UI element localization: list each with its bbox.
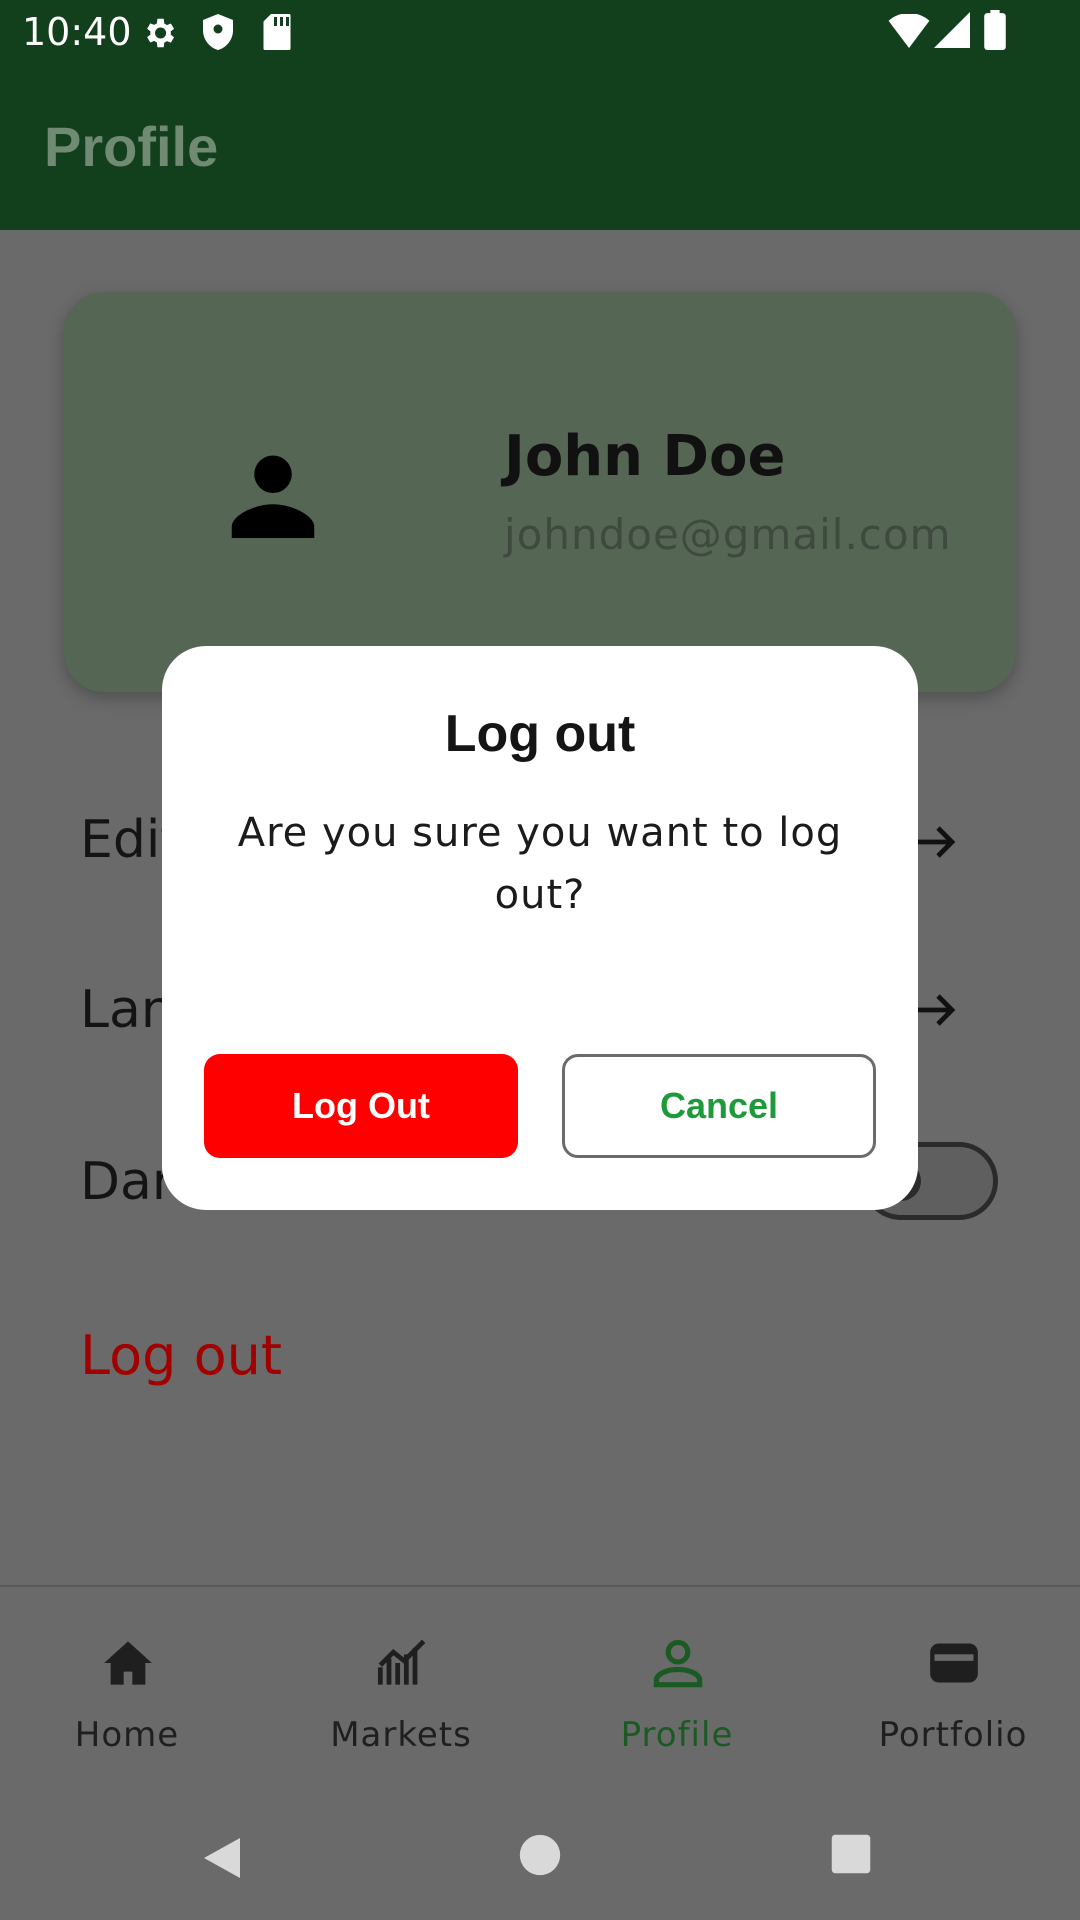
wallet-icon — [930, 1643, 978, 1683]
nav-item-portfolio[interactable]: Portfolio — [818, 1587, 1080, 1797]
back-icon[interactable] — [200, 1833, 248, 1883]
nav-label-portfolio: Portfolio — [878, 1715, 1028, 1755]
nav-label-home: Home — [74, 1715, 180, 1755]
profile-card — [64, 292, 1016, 692]
bottom-nav: Home Markets Profile Portfolio — [0, 1585, 1080, 1797]
status-time: 10:40 — [22, 10, 132, 54]
home-icon — [104, 1641, 152, 1685]
dialog-message: Are you sure you want to log out? — [237, 810, 843, 918]
person-icon — [231, 455, 315, 538]
dialog-title: Log out — [444, 705, 636, 763]
nav-item-profile[interactable]: Profile — [542, 1587, 812, 1797]
page-title: Profile — [44, 115, 219, 178]
nav-label-profile: Profile — [620, 1715, 734, 1755]
menu-item-logout[interactable]: Log out — [80, 1324, 282, 1387]
confirm-logout-button[interactable]: Log Out — [204, 1054, 518, 1158]
recents-icon[interactable] — [830, 1833, 872, 1875]
person-outline-icon — [653, 1639, 703, 1688]
signal-icon — [934, 12, 970, 48]
gear-icon — [147, 18, 175, 48]
cancel-button[interactable]: Cancel — [562, 1054, 876, 1158]
arrow-right-icon[interactable] — [912, 986, 960, 1034]
status-bar: 10:40 — [0, 0, 1080, 66]
menu-item-language[interactable]: Lan — [80, 980, 174, 1040]
arrow-right-icon[interactable] — [912, 818, 960, 866]
nav-item-home[interactable]: Home — [0, 1587, 262, 1797]
user-name: John Doe — [504, 424, 786, 489]
wifi-icon — [888, 14, 930, 48]
shield-icon — [203, 14, 233, 50]
sd-card-icon — [263, 14, 291, 50]
menu-item-dark-mode: Dar — [80, 1152, 174, 1212]
battery-icon — [984, 10, 1006, 50]
nav-item-markets[interactable]: Markets — [266, 1587, 536, 1797]
home-circle-icon[interactable] — [518, 1833, 562, 1877]
chart-icon — [377, 1639, 426, 1685]
system-nav-bar — [0, 1795, 1080, 1920]
user-email: johndoe@gmail.com — [504, 510, 952, 559]
nav-label-markets: Markets — [330, 1715, 472, 1755]
logout-dialog: Log out Are you sure you want to log out… — [162, 646, 918, 1210]
